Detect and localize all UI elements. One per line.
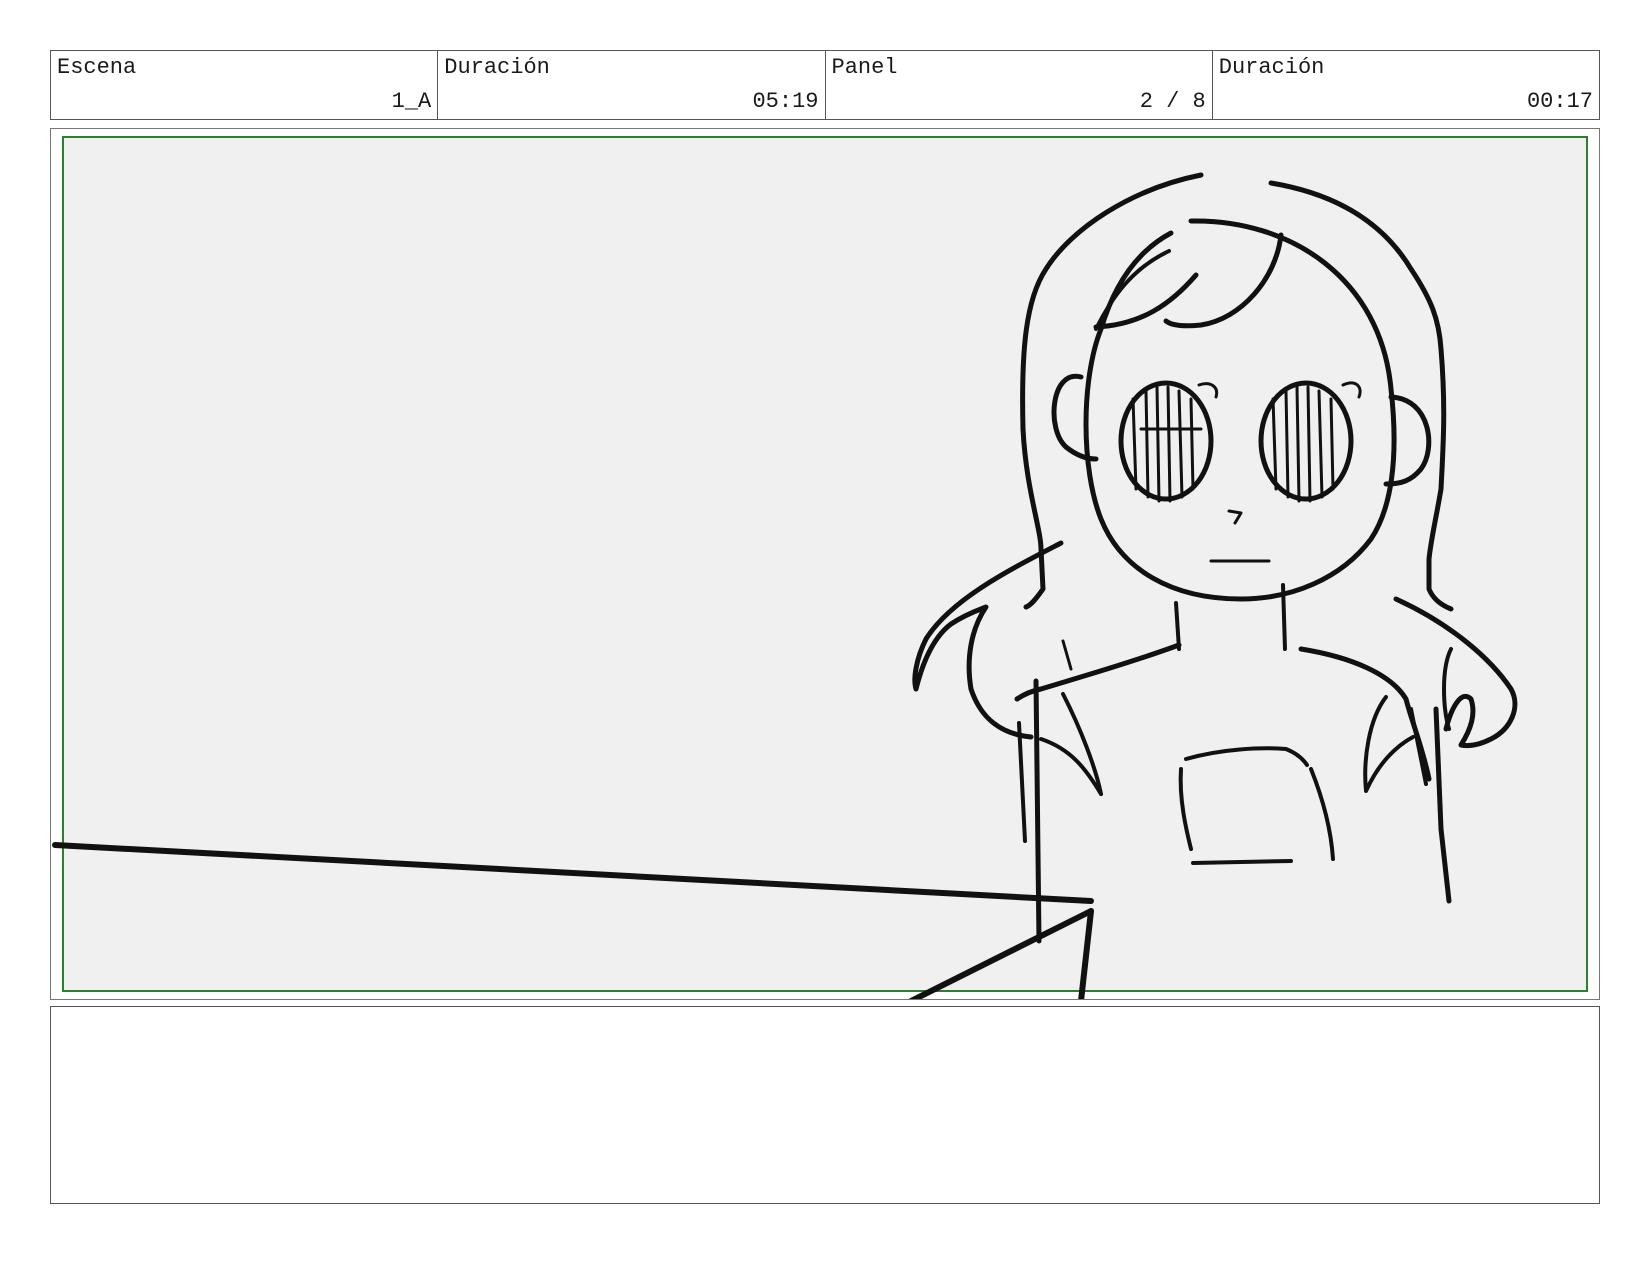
storyboard-header: Escena 1_A Duración 05:19 Panel 2 / 8 Du… [50,50,1600,120]
panel-duration-label: Duración [1218,55,1325,80]
table-leg-line [1078,908,1094,999]
right-eyelash [1341,381,1362,399]
chest-right [1309,767,1335,861]
left-shoulder [1014,642,1182,702]
right-sleeve [1363,695,1415,793]
left-arm-inner [1017,721,1027,843]
scene-label: Escena [57,55,137,80]
scene-cell: Escena 1_A [51,51,439,119]
left-eye-scribble [1131,385,1203,503]
strap-left [1061,639,1073,671]
notes-box [50,1006,1600,1204]
scene-duration-cell: Duración 05:19 [438,51,826,119]
right-arm-inner [1409,707,1428,786]
chest-bottom [1191,859,1293,865]
panel-duration-cell: Duración 00:17 [1213,51,1599,119]
right-eye-scribble [1271,385,1335,503]
left-eyelash [1197,382,1219,399]
panel-duration-value: 00:17 [1526,89,1593,114]
chest-left [1178,767,1193,851]
hair-curl-left [912,540,1064,740]
table-corner-line [908,908,1094,999]
neck-right [1281,583,1287,651]
panel-label: Panel [831,55,898,80]
scene-duration-value: 05:19 [752,89,819,114]
table-edge-line [52,842,1094,904]
panel-cell: Panel 2 / 8 [826,51,1213,119]
left-arm-line [1033,678,1042,944]
neck-left [1174,601,1181,651]
scene-value: 1_A [391,89,432,114]
chest-top [1184,746,1309,767]
nose-mark [1227,509,1243,525]
storyboard-panel-frame [50,128,1600,1000]
scene-duration-label: Duración [444,55,550,80]
right-arm-line [1433,706,1452,904]
bangs-right [1163,232,1284,329]
panel-value: 2 / 8 [1139,89,1206,114]
left-armpit [1061,692,1103,796]
sketch-drawing [52,172,1518,999]
